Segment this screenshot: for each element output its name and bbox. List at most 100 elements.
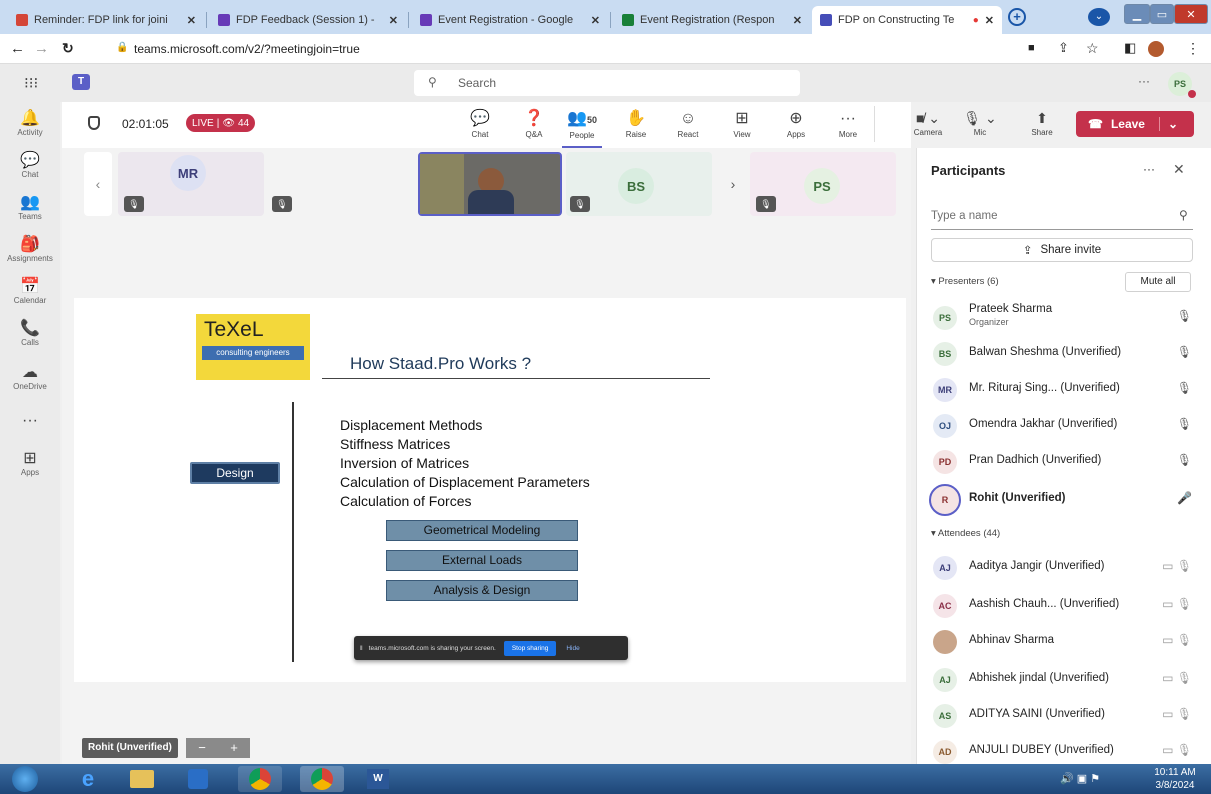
panel-title: Participants [931,163,1006,178]
participant-search-input[interactable]: Type a name ⚲ [931,204,1193,230]
participant-tile[interactable]: MR 🎙 [118,152,264,216]
rail-teams[interactable]: 👥 Teams [0,194,60,221]
start-button[interactable] [6,766,44,792]
tab-event-registration[interactable]: Event Registration - Google ✕ [412,6,608,34]
gallery-next-button[interactable]: › [722,152,744,216]
share-page-icon[interactable]: ⇪ [1058,40,1069,56]
participant-row[interactable]: AD ANJULI DUBEY (Unverified) ▭ 🎙 [917,734,1211,768]
ie-icon[interactable]: e [66,766,110,792]
share-button[interactable]: ⬆ Share [1022,108,1062,137]
search-box[interactable]: ⚲ Search [414,70,800,96]
participant-row[interactable]: MR Mr. Rituraj Sing... (Unverified) 🎙 [917,372,1211,406]
participant-row[interactable]: AJ Aaditya Jangir (Unverified) ▭ 🎙 [917,550,1211,584]
participant-video-tile[interactable] [418,152,562,216]
drag-handle-icon[interactable]: ‖ [360,645,363,652]
close-icon[interactable]: ✕ [389,14,398,27]
close-icon[interactable]: ✕ [1173,161,1185,178]
chrome-icon[interactable] [238,766,282,792]
rail-more[interactable]: ··· [0,412,60,430]
participant-row[interactable]: AC Aashish Chauh... (Unverified) ▭ 🎙 [917,588,1211,622]
participant-tile[interactable]: PS 🎙 [750,152,896,216]
side-panel-icon[interactable]: ◧ [1124,40,1136,56]
hangup-icon: ☎ [1088,117,1103,131]
zoom-in-icon[interactable]: + [230,738,238,758]
mic-off-icon: 🎙 [1176,309,1192,323]
people-button[interactable]: 👥50 People [562,108,602,148]
react-button[interactable]: ☺ React [668,108,708,139]
gallery-prev-button[interactable]: ‹ [84,152,112,216]
tab-reminder[interactable]: Reminder: FDP link for joini ✕ [8,6,204,34]
rail-calendar[interactable]: 📅 Calendar [0,278,60,305]
close-icon[interactable]: ✕ [793,14,802,27]
raise-hand-button[interactable]: ✋ Raise [616,108,656,139]
back-icon[interactable]: ← [10,40,25,57]
tab-search-icon[interactable]: ⌄ [1088,8,1110,26]
live-badge: LIVE | 👁 44 [186,114,256,132]
explorer-icon[interactable] [120,766,164,792]
camera-mic-off-icon: ▭ 🎙 [1162,707,1192,721]
participant-row[interactable]: PD Pran Dadhich (Unverified) 🎙 [917,444,1211,478]
participant-row[interactable]: R Rohit (Unverified) 🎤 [917,482,1211,516]
search-placeholder: Search [458,76,497,90]
view-button[interactable]: ⊞ View [722,108,762,139]
apps-button[interactable]: ⊕ Apps [776,108,816,139]
leave-button[interactable]: ☎ Leave ⌄ [1076,111,1194,137]
clock-date[interactable]: 3/8/2024 [1146,780,1204,791]
participant-row[interactable]: Abhinav Sharma ▭ 🎙 [917,624,1211,658]
profile-avatar[interactable] [1148,41,1164,57]
window-close-button[interactable]: ✕ [1174,4,1208,24]
maximize-button[interactable]: ▭ [1150,4,1174,24]
app-launcher-icon[interactable]: ⁝⁝⁝ [24,74,38,92]
participant-tile[interactable]: BS 🎙 [566,152,712,216]
chat-button[interactable]: 💬 Chat [460,108,500,139]
mic-off-icon: 🎙 [570,196,590,212]
rail-apps[interactable]: ⊞ Apps [0,450,60,477]
chevron-down-icon[interactable]: ⌄ [1158,117,1178,131]
new-tab-button[interactable]: + [1008,8,1026,26]
camera-indicator-icon[interactable]: ■ [1028,42,1035,54]
rail-chat[interactable]: 💬 Chat [0,152,60,179]
stop-sharing-button[interactable]: Stop sharing [503,640,557,656]
camera-button[interactable]: ■̸ ⌄ Camera [898,108,958,137]
browser-menu-icon[interactable]: ⋮ [1186,40,1200,57]
clock-time[interactable]: 10:11 AM [1146,767,1204,778]
participant-row[interactable]: BS Balwan Sheshma (Unverified) 🎙 [917,336,1211,370]
participant-row[interactable]: OJ Omendra Jakhar (Unverified) 🎙 [917,408,1211,442]
share-invite-button[interactable]: ⇪ Share invite [931,238,1193,262]
more-button[interactable]: ··· More [828,108,868,139]
mic-button[interactable]: 🎙 ⌄ Mic [960,108,1000,137]
rail-activity[interactable]: 🔔 Activity [0,110,60,137]
tray-icons[interactable]: 🔊 ▣ ⚑ [1060,772,1100,785]
participant-row[interactable]: AJ Abhishek jindal (Unverified) ▭ 🎙 [917,662,1211,696]
bookmark-star-icon[interactable]: ☆ [1086,40,1099,57]
settings-more-icon[interactable]: ··· [1138,74,1150,88]
reload-icon[interactable]: ↻ [62,40,74,57]
close-icon[interactable]: ✕ [985,14,994,27]
mute-all-button[interactable]: Mute all [1125,272,1191,292]
tab-fdp-feedback[interactable]: FDP Feedback (Session 1) - ✕ [210,6,406,34]
hide-button[interactable]: Hide [566,645,579,652]
rail-assignments[interactable]: 🎒 Assignments [0,236,60,263]
close-icon[interactable]: ✕ [187,14,196,27]
media-player-icon[interactable] [176,766,220,792]
participant-row[interactable]: PS Prateek Sharma Organizer 🎙 [917,300,1211,334]
word-icon[interactable]: W [356,766,400,792]
rail-onedrive[interactable]: ☁ OneDrive [0,364,60,391]
forward-icon[interactable]: → [34,40,49,57]
chrome-app-icon[interactable] [300,766,344,792]
panel-more-icon[interactable]: ··· [1143,162,1155,176]
url-field[interactable]: teams.microsoft.com/v2/?meetingjoin=true [134,42,360,56]
zoom-controls[interactable]: − + [186,738,250,758]
zoom-out-icon[interactable]: − [198,738,206,758]
tab-event-responses[interactable]: Event Registration (Respon ✕ [614,6,810,34]
attendees-header[interactable]: ▾ Attendees (44) [931,528,1000,539]
participant-row[interactable]: AS ADITYA SAINI (Unverified) ▭ 🎙 [917,698,1211,732]
qa-button[interactable]: ❓ Q&A [514,108,554,139]
tab-fdp-teams[interactable]: FDP on Constructing Te ● ✕ [812,6,1002,34]
presenters-header[interactable]: ▾ Presenters (6) [931,276,999,287]
close-icon[interactable]: ✕ [591,14,600,27]
rail-calls[interactable]: 📞 Calls [0,320,60,347]
camera-mic-off-icon: ▭ 🎙 [1162,743,1192,757]
minimize-button[interactable]: ▁ [1124,4,1150,24]
mic-off-icon: 🎙 [1176,345,1192,359]
